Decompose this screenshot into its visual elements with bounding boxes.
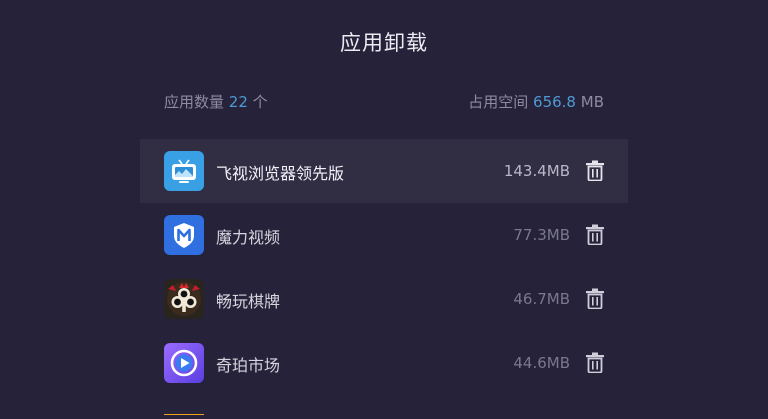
- app-size: 77.3MB: [513, 226, 570, 244]
- app-size: 46.7MB: [513, 290, 570, 308]
- app-name: 奇珀市场: [216, 356, 281, 375]
- app-size: 44.6MB: [513, 354, 570, 372]
- app-list-item-partial[interactable]: [140, 395, 628, 415]
- trash-icon[interactable]: [586, 160, 604, 182]
- storage-summary: 占用空间 656.8 MB: [468, 91, 604, 112]
- app-uninstall-screen: 应用卸载 应用数量 22 个 占用空间 656.8 MB 飞视浏览器领先版 14…: [0, 0, 768, 419]
- storage-label: 占用空间: [468, 93, 529, 111]
- app-count-summary: 应用数量 22 个: [164, 91, 268, 112]
- card-club-icon: [164, 279, 204, 319]
- trash-icon[interactable]: [586, 224, 604, 246]
- storage-unit: MB: [580, 93, 604, 111]
- tv-browser-icon: [164, 151, 204, 191]
- app-list-item[interactable]: 魔力视频 77.3MB: [140, 203, 628, 267]
- app-list: 飞视浏览器领先版 143.4MB 魔力视频 77.3MB 畅玩棋牌 46.7MB…: [140, 139, 628, 415]
- app-name: 飞视浏览器领先版: [216, 164, 345, 183]
- page-title: 应用卸载: [340, 31, 428, 55]
- trash-icon[interactable]: [586, 288, 604, 310]
- app-count-label: 应用数量: [164, 93, 225, 111]
- app-list-item[interactable]: 奇珀市场 44.6MB: [140, 331, 628, 395]
- app-name: 畅玩棋牌: [216, 292, 281, 311]
- app-name: 魔力视频: [216, 228, 281, 247]
- app-size: 143.4MB: [503, 162, 570, 180]
- app-count-value: 22: [228, 93, 248, 111]
- play-market-icon: [164, 343, 204, 383]
- app-list-item[interactable]: 畅玩棋牌 46.7MB: [140, 267, 628, 331]
- storage-value: 656.8: [533, 93, 576, 111]
- m-shield-icon: [164, 215, 204, 255]
- app-list-item[interactable]: 飞视浏览器领先版 143.4MB: [140, 139, 628, 203]
- app-icon-partial: [164, 407, 204, 415]
- trash-icon[interactable]: [586, 352, 604, 374]
- app-count-unit: 个: [252, 93, 268, 111]
